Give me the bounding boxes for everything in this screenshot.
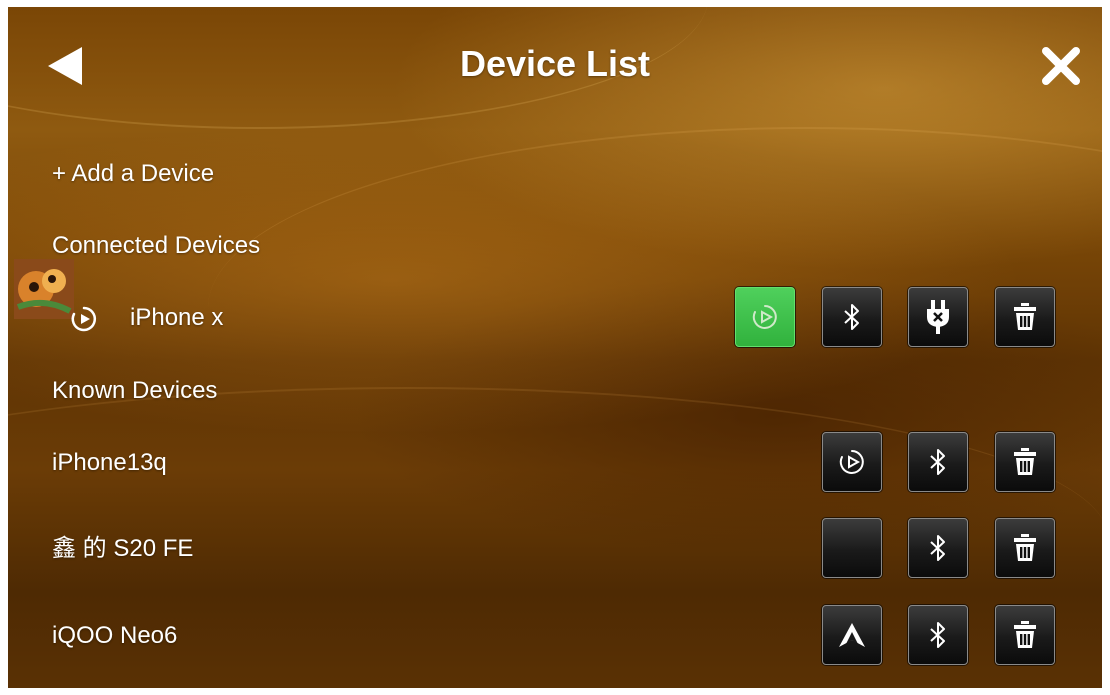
delete-button[interactable] xyxy=(995,287,1055,347)
close-button[interactable] xyxy=(1040,45,1082,87)
carplay-button[interactable] xyxy=(735,287,795,347)
known-device-name: iQOO Neo6 xyxy=(52,622,178,649)
delete-button[interactable] xyxy=(995,605,1055,665)
page-title: Device List xyxy=(459,43,651,84)
avatar xyxy=(14,259,74,319)
android-auto-icon xyxy=(839,623,865,647)
bluetooth-icon xyxy=(930,449,945,475)
disconnect-plug-icon xyxy=(927,300,949,334)
trash-icon xyxy=(1014,621,1036,648)
known-devices-heading: Known Devices xyxy=(52,377,218,404)
device-list-screen: Device List + Add a Device Connected Dev… xyxy=(8,7,1102,688)
connected-device-name: iPhone x xyxy=(130,304,224,331)
connected-devices-heading: Connected Devices xyxy=(52,232,261,259)
bluetooth-button[interactable] xyxy=(908,605,968,665)
delete-button[interactable] xyxy=(995,432,1055,492)
bluetooth-icon xyxy=(844,304,859,330)
blank-button[interactable] xyxy=(822,518,882,578)
carplay-icon xyxy=(70,305,98,333)
bluetooth-icon xyxy=(930,535,945,561)
bluetooth-button[interactable] xyxy=(822,287,882,347)
delete-button[interactable] xyxy=(995,518,1055,578)
trash-icon xyxy=(1014,303,1036,330)
trash-icon xyxy=(1014,448,1036,475)
trash-icon xyxy=(1014,534,1036,561)
bluetooth-button[interactable] xyxy=(908,432,968,492)
android-auto-button[interactable] xyxy=(822,605,882,665)
known-device-name: iPhone13q xyxy=(52,449,167,476)
bluetooth-button[interactable] xyxy=(908,518,968,578)
carplay-button[interactable] xyxy=(822,432,882,492)
carplay-icon xyxy=(752,305,777,329)
close-icon xyxy=(1042,47,1080,85)
known-device-name: 鑫 的 S20 FE xyxy=(52,535,194,562)
add-device-link[interactable]: + Add a Device xyxy=(52,159,214,189)
bluetooth-icon xyxy=(930,622,945,648)
carplay-icon xyxy=(839,450,864,474)
disconnect-button[interactable] xyxy=(908,287,968,347)
